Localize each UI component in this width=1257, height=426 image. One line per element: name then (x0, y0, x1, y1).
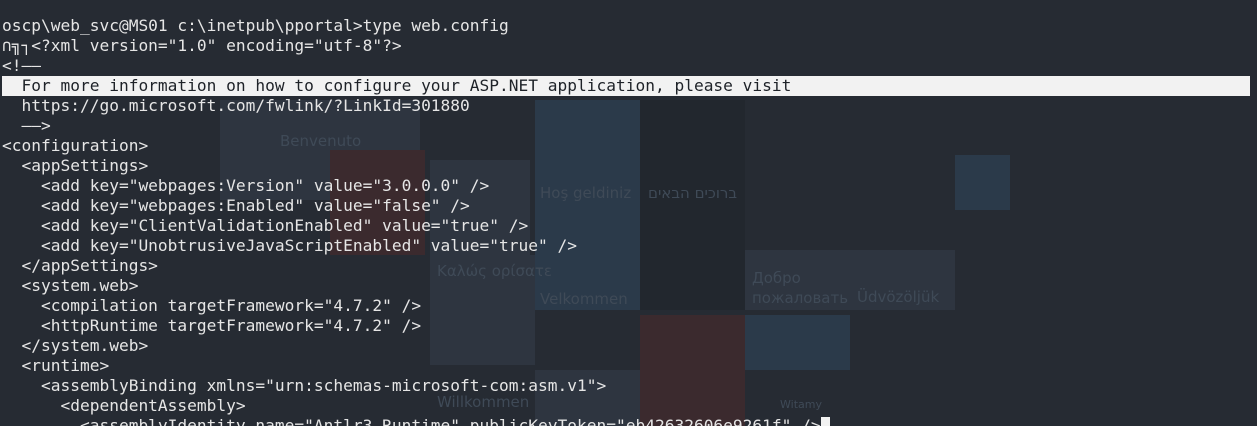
terminal-line: <dependentAssembly> (2, 396, 246, 415)
terminal-line: <!—— (2, 56, 41, 75)
terminal-line: </appSettings> (2, 256, 158, 275)
terminal-line: </system.web> (2, 336, 149, 355)
terminal-line: oscp\web_svc@MS01 c:\inetpub\pportal>typ… (2, 16, 509, 35)
terminal-line: <add key="webpages:Enabled" value="false… (2, 196, 470, 215)
terminal-line: <assemblyBinding xmlns="urn:schemas-micr… (2, 376, 607, 395)
terminal-line: https://go.microsoft.com/fwlink/?LinkId=… (2, 96, 470, 115)
terminal-line: <system.web> (2, 276, 139, 295)
terminal-line: <httpRuntime targetFramework="4.7.2" /> (2, 316, 422, 335)
terminal-line: ∩╗┐<?xml version="1.0" encoding="utf-8"?… (2, 36, 402, 55)
terminal-output: oscp\web_svc@MS01 c:\inetpub\pportal>typ… (2, 16, 1250, 426)
terminal-line: <add key="webpages:Version" value="3.0.0… (2, 176, 490, 195)
terminal-line: <configuration> (2, 136, 149, 155)
terminal-line-selected: For more information on how to configure… (2, 76, 1250, 96)
terminal-line: ——> (2, 116, 51, 135)
terminal-window[interactable]: Benvenuto Hoş geldiniz ברוכים הבאים Καλώ… (0, 0, 1257, 426)
terminal-line: <add key="ClientValidationEnabled" value… (2, 216, 529, 235)
terminal-line-text: <assemblyIdentity name="Antlr3.Runtime" … (2, 416, 821, 426)
text-cursor (820, 417, 830, 426)
terminal-line: <add key="UnobtrusiveJavaScriptEnabled" … (2, 236, 577, 255)
terminal-line: <appSettings> (2, 156, 149, 175)
terminal-line-last: <assemblyIdentity name="Antlr3.Runtime" … (2, 416, 1250, 426)
terminal-line: <compilation targetFramework="4.7.2" /> (2, 296, 422, 315)
terminal-line: <runtime> (2, 356, 110, 375)
